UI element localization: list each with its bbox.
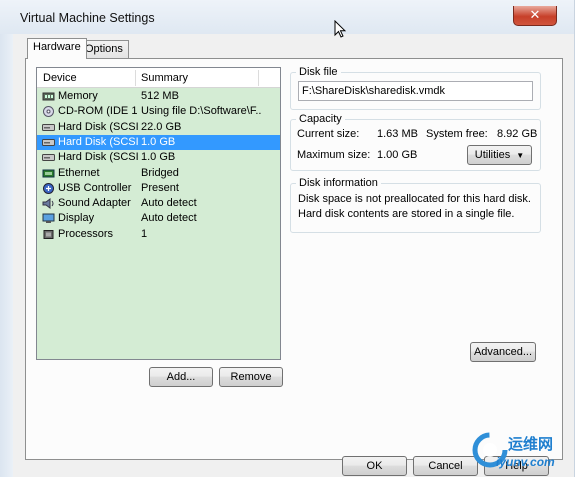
device-row[interactable]: Hard Disk (SCSI...1.0 GB (37, 150, 280, 165)
device-name: USB Controller (58, 181, 132, 194)
device-summary: 22.0 GB (141, 120, 182, 133)
device-summary: 1 (141, 227, 148, 240)
device-row[interactable]: Hard Disk (SCSI...1.0 GB (37, 134, 280, 150)
device-list[interactable]: Device Summary Memory 512 MB CD-ROM (IDE 1… (36, 67, 281, 360)
device-summary: 1.0 GB (141, 151, 176, 164)
device-list-header: Device Summary (37, 68, 280, 88)
device-name: Hard Disk (SCSI... (58, 151, 138, 164)
device-row[interactable]: Sound Adapter Auto detect (37, 196, 280, 211)
device-name: Processors (58, 227, 114, 240)
device-summary: 1.0 GB (141, 135, 176, 148)
device-summary: Using file D:\Software\F... (141, 105, 261, 118)
device-row[interactable]: USB Controller Present (37, 181, 280, 196)
cdrom-icon (43, 106, 54, 118)
device-row[interactable]: Hard Disk (SCSI...22.0 GB (37, 120, 280, 135)
device-name: Hard Disk (SCSI... (58, 120, 138, 133)
device-name: CD-ROM (IDE 1... (58, 105, 138, 118)
disk-info-line-1: Disk space is not preallocated for this … (298, 193, 531, 205)
tab-hardware[interactable]: Hardware (27, 38, 87, 59)
advanced-button[interactable]: Advanced... (470, 342, 536, 362)
watermark-url-text: iyunv.com (496, 455, 555, 469)
maximum-size-label: Maximum size: (297, 149, 371, 161)
utilities-label: Utilities (474, 149, 511, 161)
device-summary: Auto detect (141, 212, 197, 225)
add-button[interactable]: Add... (149, 367, 213, 387)
remove-button[interactable]: Remove (219, 367, 283, 387)
current-size-value: 1.63 MB (377, 128, 418, 140)
device-row[interactable]: Processors 1 (37, 227, 280, 242)
device-summary: Present (141, 181, 179, 194)
device-name: Memory (58, 90, 98, 102)
device-row[interactable]: Memory 512 MB (37, 89, 280, 104)
close-icon: ✕ (529, 7, 541, 22)
hard-disk-icon (42, 154, 55, 162)
device-row[interactable]: Display Auto detect (37, 211, 280, 226)
memory-icon (42, 92, 55, 101)
utilities-dropdown-button[interactable]: Utilities ▼ (467, 145, 532, 165)
speaker-icon (42, 198, 54, 210)
column-separator (258, 70, 259, 86)
maximum-size-value: 1.00 GB (377, 149, 418, 161)
column-header-device[interactable]: Device (37, 68, 134, 88)
usb-icon (43, 182, 54, 194)
hard-disk-icon (42, 123, 55, 131)
system-free-value: 8.92 GB (497, 128, 538, 140)
hard-disk-icon (42, 138, 55, 146)
column-header-summary[interactable]: Summary (135, 68, 255, 88)
network-icon (42, 169, 55, 177)
device-name: Sound Adapter (58, 197, 131, 210)
close-button[interactable]: ✕ (513, 6, 557, 26)
device-summary: Bridged (141, 166, 179, 179)
device-row[interactable]: Ethernet Bridged (37, 166, 280, 181)
disk-info-line-2: Hard disk contents are stored in a singl… (298, 208, 515, 220)
processor-icon (43, 229, 54, 239)
window-left-frame (0, 34, 13, 477)
system-free-label: System free: (426, 128, 488, 140)
device-name: Display (58, 212, 95, 225)
ok-button[interactable]: OK (342, 456, 407, 476)
window-title: Virtual Machine Settings (20, 11, 155, 25)
dropdown-arrow-icon: ▼ (516, 151, 525, 160)
cancel-button[interactable]: Cancel (413, 456, 478, 476)
device-summary: 512 MB (141, 90, 179, 102)
disk-file-label: Disk file (296, 66, 341, 78)
device-name: Hard Disk (SCSI... (58, 135, 138, 148)
device-summary: Auto detect (141, 197, 197, 210)
capacity-label: Capacity (296, 113, 345, 125)
disk-information-label: Disk information (296, 177, 381, 189)
device-row[interactable]: CD-ROM (IDE 1... Using file D:\Software\F… (37, 104, 280, 119)
watermark-cn-text: 运维网 (508, 436, 554, 453)
disk-file-path-field[interactable]: F:\ShareDisk\sharedisk.vmdk (298, 81, 533, 101)
device-name: Ethernet (58, 166, 100, 179)
monitor-icon (42, 213, 55, 224)
mouse-cursor-icon (334, 20, 346, 38)
current-size-label: Current size: (297, 128, 360, 140)
